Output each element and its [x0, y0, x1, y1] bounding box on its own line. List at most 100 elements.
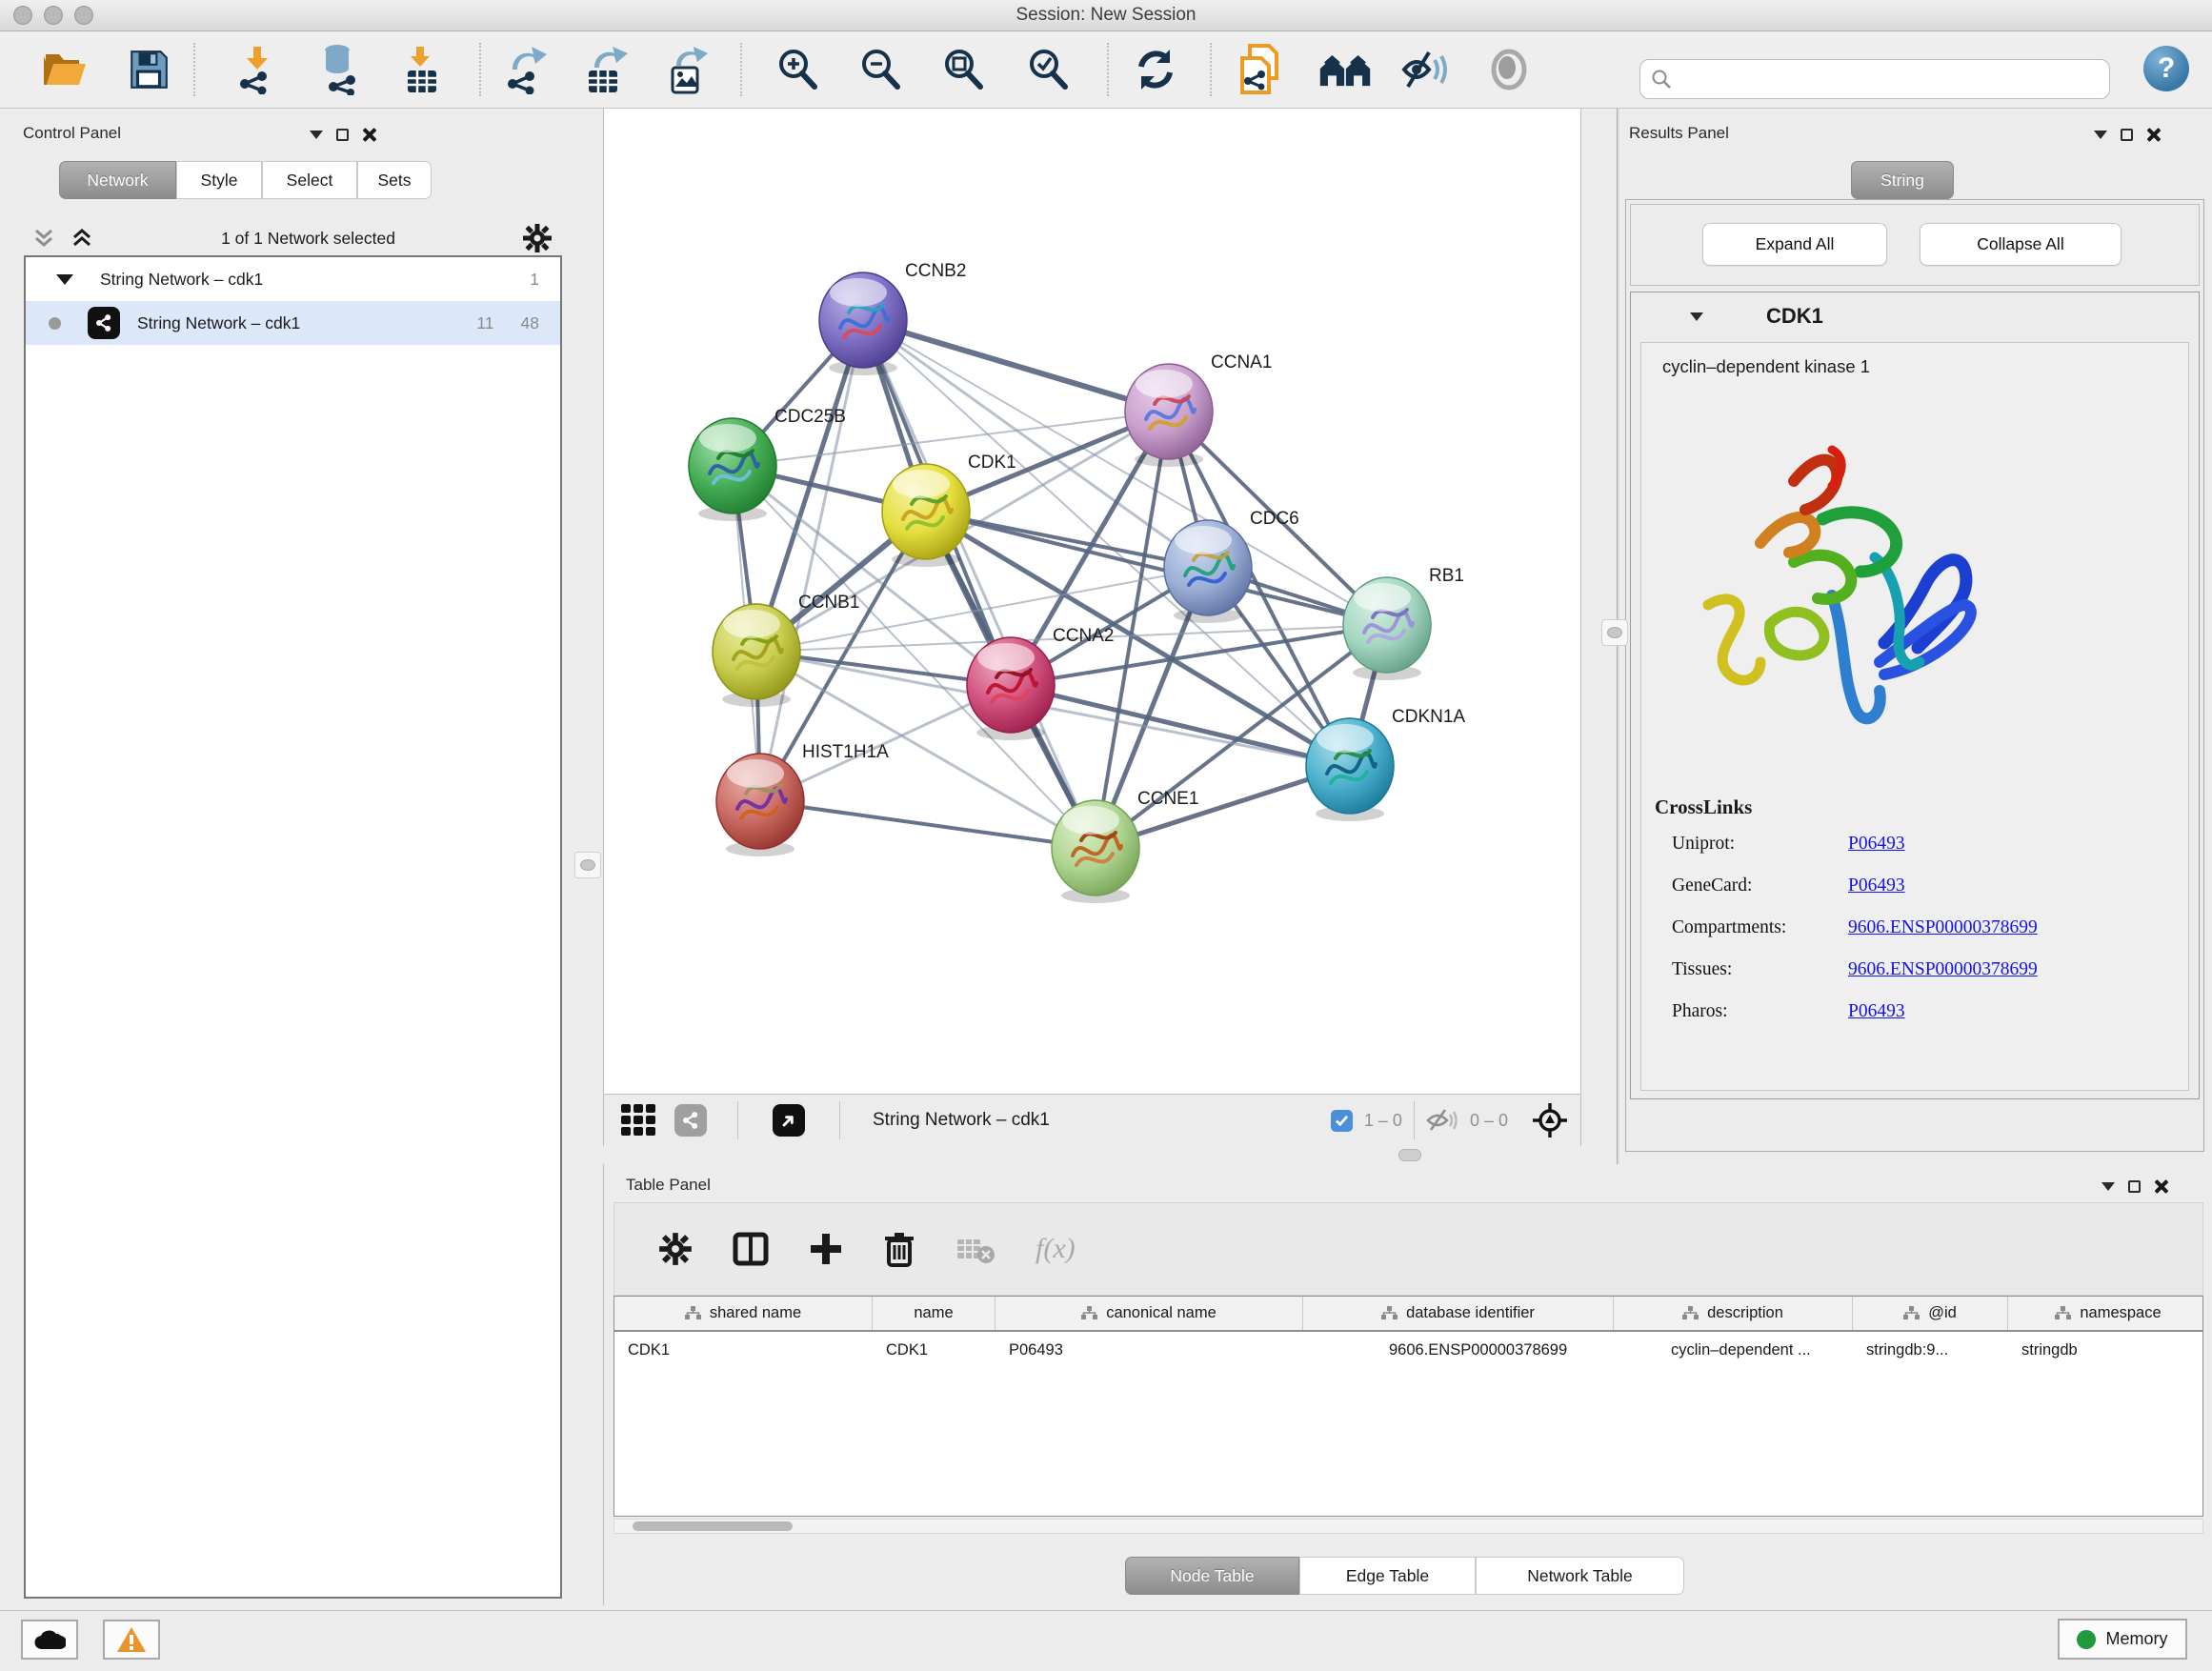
collapse-all-button[interactable]: Collapse All — [1920, 223, 2122, 266]
network-edge[interactable] — [863, 320, 1096, 848]
network-edge[interactable] — [760, 801, 1096, 848]
zoom-selected-icon[interactable] — [1022, 43, 1076, 96]
table-horizontal-scrollbar[interactable] — [613, 1519, 2203, 1534]
search-field[interactable] — [1639, 59, 2110, 99]
close-panel-icon[interactable] — [2146, 128, 2161, 142]
protein-expander-icon[interactable] — [1690, 312, 1703, 321]
network-node-CCNE1[interactable]: CCNE1 — [1052, 789, 1198, 903]
table-row[interactable]: CDK1 CDK1 P06493 9606.ENSP00000378699 cy… — [614, 1332, 2202, 1368]
float-panel-icon[interactable] — [2128, 1180, 2141, 1193]
network-node-CDKN1A[interactable]: CDKN1A — [1306, 707, 1465, 821]
crosslink-compartments[interactable]: 9606.ENSP00000378699 — [1848, 917, 2167, 938]
network-collection-row[interactable]: String Network – cdk1 1 — [26, 257, 560, 301]
memory-button[interactable]: Memory — [2058, 1619, 2187, 1660]
panel-menu-icon[interactable] — [310, 131, 323, 139]
network-node-CCNA1[interactable]: CCNA1 — [1125, 352, 1272, 467]
birds-eye-grid-icon[interactable] — [617, 1098, 661, 1142]
close-panel-icon[interactable] — [2154, 1179, 2168, 1194]
bottom-splitter-handle[interactable] — [1398, 1149, 1421, 1161]
zoom-in-icon[interactable] — [772, 43, 825, 96]
string-view-icon[interactable] — [674, 1104, 707, 1137]
save-session-icon[interactable] — [122, 43, 175, 96]
tab-sets[interactable]: Sets — [357, 161, 432, 199]
column-header[interactable]: canonical name — [995, 1297, 1303, 1330]
cell-id[interactable]: stringdb:9... — [1853, 1332, 2008, 1368]
tab-string[interactable]: String — [1851, 161, 1954, 199]
tab-select[interactable]: Select — [262, 161, 357, 199]
attribute-icon — [1381, 1306, 1398, 1320]
network-row-selected[interactable]: String Network – cdk1 11 48 — [26, 301, 560, 345]
collapse-all-icon[interactable] — [31, 226, 56, 251]
expand-all-button[interactable]: Expand All — [1702, 223, 1887, 266]
column-header[interactable]: database identifier — [1303, 1297, 1614, 1330]
expand-all-icon[interactable] — [70, 226, 94, 251]
selected-checkbox-icon[interactable] — [1331, 1110, 1353, 1132]
export-image-icon[interactable] — [659, 43, 713, 96]
cell-description[interactable]: cyclin–dependent ... — [1614, 1332, 1853, 1368]
network-edge[interactable] — [863, 320, 1169, 412]
hide-show-icon[interactable] — [1399, 43, 1453, 96]
scrollbar-thumb[interactable] — [633, 1521, 793, 1531]
network-node-RB1[interactable]: RB1 — [1343, 566, 1464, 680]
tab-network[interactable]: Network — [59, 161, 176, 199]
import-network-database-icon[interactable] — [312, 43, 365, 96]
tab-style[interactable]: Style — [176, 161, 262, 199]
clone-network-icon[interactable] — [1233, 43, 1286, 96]
import-network-file-icon[interactable] — [231, 43, 284, 96]
cell-shared-name[interactable]: CDK1 — [614, 1332, 873, 1368]
float-panel-icon[interactable] — [336, 129, 349, 141]
table-gear-icon[interactable] — [658, 1232, 693, 1266]
zoom-fit-icon[interactable] — [937, 43, 991, 96]
tab-edge-table[interactable]: Edge Table — [1299, 1557, 1476, 1595]
network-overview-icon[interactable] — [1318, 43, 1372, 96]
cloud-button[interactable] — [21, 1620, 78, 1660]
tab-network-table[interactable]: Network Table — [1476, 1557, 1684, 1595]
network-canvas[interactable]: CCNB2CCNA1CDC25BCDK1CDC6RB1CCNB1CCNA2CDK… — [603, 109, 1581, 1094]
network-node-CDK1[interactable]: CDK1 — [882, 453, 1016, 567]
panel-menu-icon[interactable] — [2101, 1182, 2115, 1191]
fit-selected-crosshair-icon[interactable] — [1531, 1101, 1569, 1139]
crosslink-genecard[interactable]: P06493 — [1848, 876, 2167, 896]
network-node-CCNB1[interactable]: CCNB1 — [713, 593, 859, 707]
column-header[interactable]: description — [1614, 1297, 1853, 1330]
help-icon[interactable]: ? — [2143, 46, 2189, 91]
crosslink-tissues[interactable]: 9606.ENSP00000378699 — [1848, 959, 2167, 980]
node-label: CDK1 — [968, 453, 1016, 473]
control-panel: Control Panel Network Style Select Sets … — [0, 109, 572, 1610]
close-panel-icon[interactable] — [362, 128, 376, 142]
float-panel-icon[interactable] — [2121, 129, 2133, 141]
tab-node-table[interactable]: Node Table — [1125, 1557, 1299, 1595]
column-header[interactable]: shared name — [614, 1297, 873, 1330]
network-node-HIST1H1A[interactable]: HIST1H1A — [716, 742, 889, 856]
open-in-window-icon[interactable] — [773, 1104, 805, 1137]
column-header[interactable]: name — [873, 1297, 995, 1330]
panel-menu-icon[interactable] — [2094, 131, 2107, 139]
network-node-CDC6[interactable]: CDC6 — [1164, 509, 1299, 623]
network-node-CCNB2[interactable]: CCNB2 — [819, 261, 966, 375]
cell-database-identifier[interactable]: 9606.ENSP00000378699 — [1303, 1332, 1614, 1368]
crosslink-pharos[interactable]: P06493 — [1848, 1001, 2167, 1022]
crosslink-uniprot[interactable]: P06493 — [1848, 834, 2167, 855]
column-header[interactable]: @id — [1853, 1297, 2008, 1330]
left-splitter-handle[interactable] — [574, 852, 601, 878]
cell-name[interactable]: CDK1 — [873, 1332, 995, 1368]
cell-namespace[interactable]: stringdb — [2008, 1332, 2203, 1368]
open-session-icon[interactable] — [38, 43, 91, 96]
export-table-icon[interactable] — [579, 43, 633, 96]
gear-icon[interactable] — [522, 223, 553, 253]
refresh-icon[interactable] — [1129, 43, 1182, 96]
import-table-icon[interactable] — [396, 43, 450, 96]
add-column-icon[interactable] — [809, 1232, 843, 1266]
inactive-eye-icon[interactable] — [1482, 43, 1536, 96]
delete-column-icon[interactable] — [883, 1231, 915, 1267]
collection-expander-icon[interactable] — [56, 274, 73, 285]
zoom-out-icon[interactable] — [855, 43, 908, 96]
cell-canonical-name[interactable]: P06493 — [995, 1332, 1303, 1368]
network-edge[interactable] — [760, 320, 863, 801]
column-header[interactable]: namespace — [2008, 1297, 2203, 1330]
export-network-icon[interactable] — [499, 43, 553, 96]
right-splitter-handle[interactable] — [1601, 619, 1628, 646]
left-splitter[interactable] — [572, 109, 603, 1610]
show-columns-icon[interactable] — [733, 1231, 769, 1267]
warning-button[interactable] — [103, 1620, 160, 1660]
